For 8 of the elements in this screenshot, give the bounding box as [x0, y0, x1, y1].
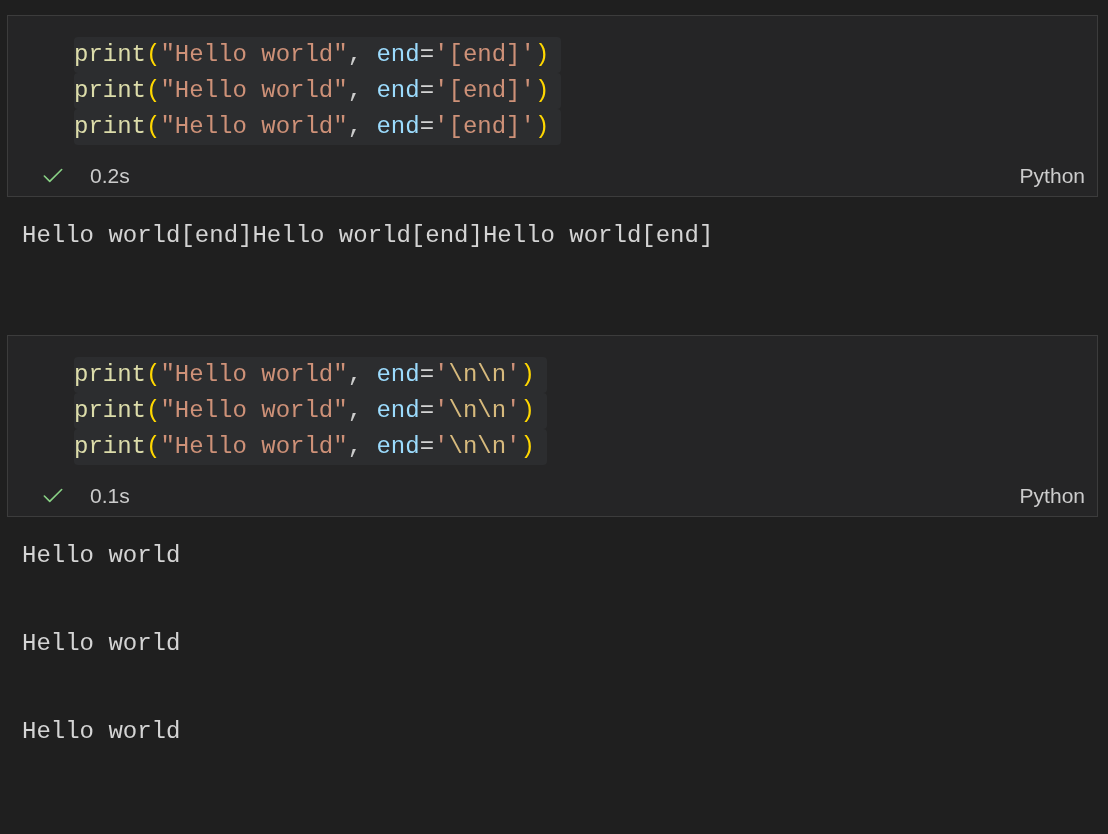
code-cell[interactable]: print("Hello world", end='\n\n') print("Hello world", end='\n\n') print("Hello world", end='\n\n') 0.1s Python — [7, 335, 1098, 517]
cell-output: Hello world Hello world Hello world — [22, 541, 182, 747]
language-label[interactable]: Python — [1019, 480, 1085, 512]
cell-output: Hello world[end]Hello world[end]Hello world[end] — [22, 221, 715, 251]
execution-time: 0.1s — [90, 483, 130, 510]
code-cell[interactable]: print("Hello world", end='[end]') print("Hello world", end='[end]') print("Hello world", end='[end]') 0.2s Python — [7, 15, 1098, 197]
execution-time: 0.2s — [90, 163, 130, 190]
language-label[interactable]: Python — [1019, 160, 1085, 192]
